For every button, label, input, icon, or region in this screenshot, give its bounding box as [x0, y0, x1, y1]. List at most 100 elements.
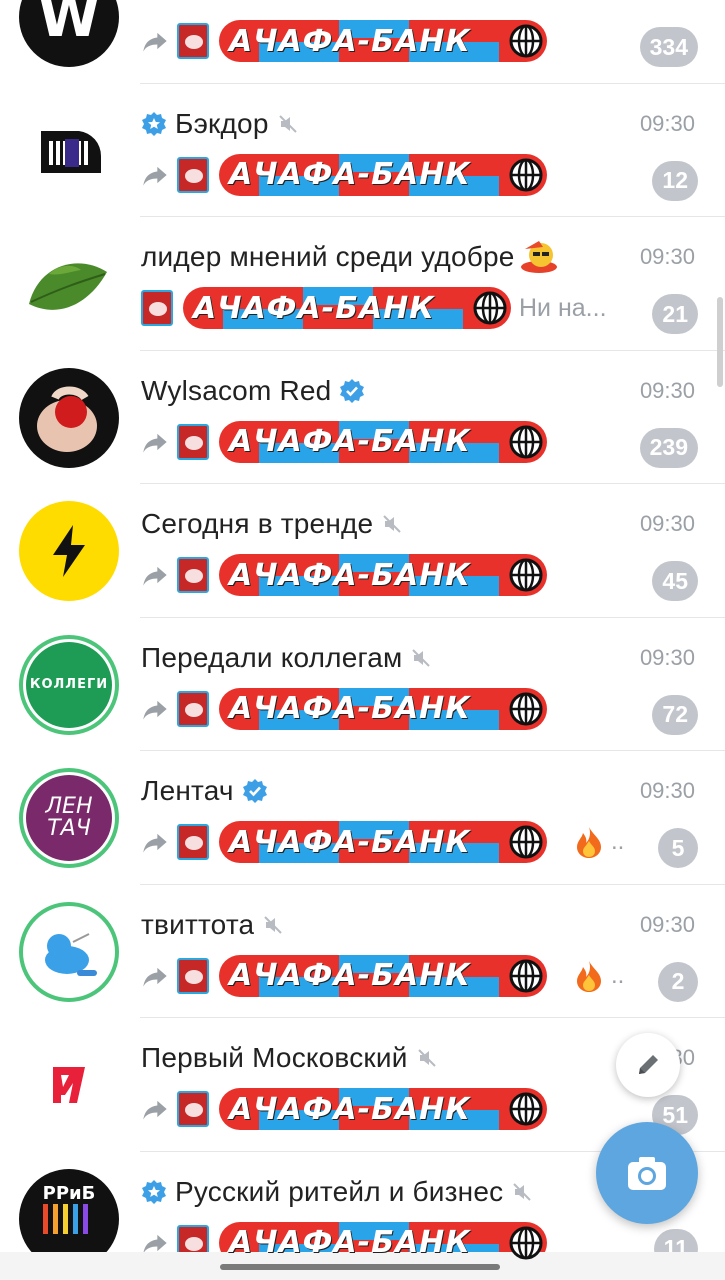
- chat-preview: АЧАФА-БАНК Ни на...: [141, 285, 625, 331]
- leaf-icon: [29, 263, 107, 310]
- banner-image: АЧАФА-БАНК: [219, 20, 547, 62]
- chat-title-line: Лентач: [141, 771, 625, 811]
- unread-count-badge: 45: [652, 561, 698, 601]
- media-thumbnail: [177, 423, 209, 460]
- unread-count-badge: 2: [658, 961, 698, 1002]
- forward-arrow-icon: [143, 967, 167, 986]
- banner-image: АЧАФА-БАНК: [219, 420, 547, 463]
- globe-icon: [509, 24, 543, 58]
- chat-preview: АЧАФА-БАНК ...: [141, 819, 625, 865]
- globe-icon: [509, 959, 543, 992]
- chat-title: Wylsacom Red: [141, 374, 332, 406]
- avatar-lentach-text-1: ЛЕН: [45, 794, 93, 819]
- avatar-lentach-text-2: ТАЧ: [47, 816, 91, 841]
- chat-row[interactable]: Бэкдор 09:30 АЧАФА-БАНК 12: [0, 84, 725, 217]
- chat-title: Русский ритейл и бизнес: [175, 1175, 504, 1207]
- globe-icon: [509, 692, 543, 725]
- chat-title-line: Сегодня в тренде: [141, 504, 625, 544]
- chat-row[interactable]: КОЛЛЕГИ Передали коллегам 09:30 АЧАФА-БА…: [0, 618, 725, 751]
- banner-text: АЧАФА-БАНК: [229, 23, 471, 59]
- forward-arrow-icon: [143, 1100, 167, 1120]
- hand-photo-icon: [37, 386, 97, 452]
- chat-title: Передали коллегам: [141, 641, 403, 673]
- chat-preview: АЧАФА-БАНК: [141, 18, 625, 64]
- banner-text: АЧАФА-БАНК: [229, 424, 471, 459]
- mute-icon: [417, 1049, 436, 1067]
- bars-decoration-icon: [43, 1204, 88, 1234]
- chat-time: 09:30: [639, 377, 695, 403]
- mute-icon: [278, 114, 297, 133]
- chat-title-line: Передали коллегам: [141, 638, 625, 678]
- preview-ellipsis: ...: [611, 828, 625, 855]
- scrollbar[interactable]: [717, 297, 723, 387]
- avatar: [19, 234, 119, 334]
- avatar-kollegi-text: КОЛЛЕГИ: [29, 677, 109, 692]
- media-thumbnail: [177, 23, 209, 59]
- chat-title-line: Первый Московский: [141, 1038, 625, 1078]
- avatar: КОЛЛЕГИ: [19, 634, 119, 735]
- banner-text: АЧАФА-БАНК: [193, 290, 435, 326]
- banner-text: АЧАФА-БАНК: [229, 958, 471, 993]
- pencil-icon: [639, 1055, 658, 1074]
- forward-arrow-icon: [143, 166, 167, 185]
- mute-icon: [412, 648, 431, 667]
- globe-icon: [509, 825, 543, 859]
- twitter-bird-icon: [45, 932, 97, 976]
- unread-count-badge: 72: [652, 694, 698, 735]
- forward-arrow-icon: [143, 32, 167, 52]
- chat-row[interactable]: твиттота 09:30 АЧАФА-БАНК ... 2: [0, 885, 725, 1018]
- chat-row[interactable]: Сегодня в тренде 09:30 АЧАФА-БАНК 45: [0, 484, 725, 618]
- chat-time: 09:30: [639, 911, 695, 937]
- banner-image: АЧАФА-БАНК: [219, 954, 547, 997]
- mute-icon: [513, 1182, 532, 1201]
- chat-row[interactable]: Wylsacom Red 09:30 АЧАФА-БАНК 239: [0, 351, 725, 484]
- unread-count-badge: 239: [639, 427, 698, 468]
- chat-row[interactable]: W АЧАФА-БАНК 334: [0, 0, 725, 84]
- avatar-rrib-text: РРиБ: [42, 1183, 96, 1204]
- backdoor-logo-icon: [41, 130, 102, 173]
- banner-text: АЧАФА-БАНК: [229, 1225, 471, 1260]
- camera-button[interactable]: [596, 1122, 698, 1224]
- verified-badge-icon: [142, 1179, 166, 1204]
- banner-text: АЧАФА-БАНК: [229, 691, 471, 726]
- chat-preview: АЧАФА-БАНК: [141, 419, 625, 465]
- compose-button[interactable]: [616, 1033, 680, 1097]
- chat-list: W АЧАФА-БАНК 334 Бэкдор 09:30 АЧАФА-БАНК…: [0, 0, 725, 1280]
- verified-badge-icon: [242, 779, 267, 803]
- avatar: ЛЕН ТАЧ: [19, 768, 119, 868]
- forward-arrow-icon: [143, 833, 167, 853]
- avatar-w-text: W: [38, 0, 100, 50]
- chat-row[interactable]: лидер мнений среди удобре 09:30 АЧАФА-БА…: [0, 217, 725, 351]
- mute-icon: [383, 515, 402, 533]
- avatar: [19, 901, 119, 1002]
- chat-title-line: Бэкдор: [141, 104, 625, 144]
- chat-time: 09:30: [639, 511, 695, 536]
- mute-icon: [264, 915, 283, 934]
- home-gesture-handle[interactable]: [220, 1264, 500, 1270]
- chat-title-line: Wylsacom Red: [141, 371, 625, 411]
- avatar: [19, 501, 119, 601]
- chat-preview: АЧАФА-БАНК: [141, 152, 625, 198]
- chat-time: 09:30: [639, 644, 695, 670]
- unread-count-badge: 12: [652, 160, 698, 201]
- camera-icon: [628, 1157, 666, 1190]
- sunbathing-emoji-icon: [520, 241, 557, 273]
- banner-text: АЧАФА-БАНК: [229, 1091, 471, 1127]
- banner-image: АЧАФА-БАНК: [219, 687, 547, 730]
- banner-image: АЧАФА-БАНК: [219, 554, 547, 596]
- chat-title-line: лидер мнений среди удобре: [141, 237, 625, 277]
- banner-text: АЧАФА-БАНК: [229, 824, 471, 860]
- chat-preview: АЧАФА-БАНК: [141, 686, 625, 732]
- forward-arrow-icon: [143, 700, 167, 719]
- chat-title: Первый Московский: [141, 1042, 408, 1073]
- globe-icon: [509, 1092, 543, 1126]
- media-thumbnail: [177, 1091, 209, 1127]
- banner-text: АЧАФА-БАНК: [229, 557, 471, 593]
- avatar: W: [19, 0, 119, 67]
- avatar: [19, 367, 119, 468]
- forward-arrow-icon: [143, 566, 167, 586]
- media-thumbnail: [177, 957, 209, 994]
- chat-row[interactable]: ЛЕН ТАЧ Лентач 09:30 АЧАФА-БАНК ... 5: [0, 751, 725, 885]
- fire-icon: [577, 960, 601, 992]
- preview-ellipsis: ...: [611, 961, 625, 989]
